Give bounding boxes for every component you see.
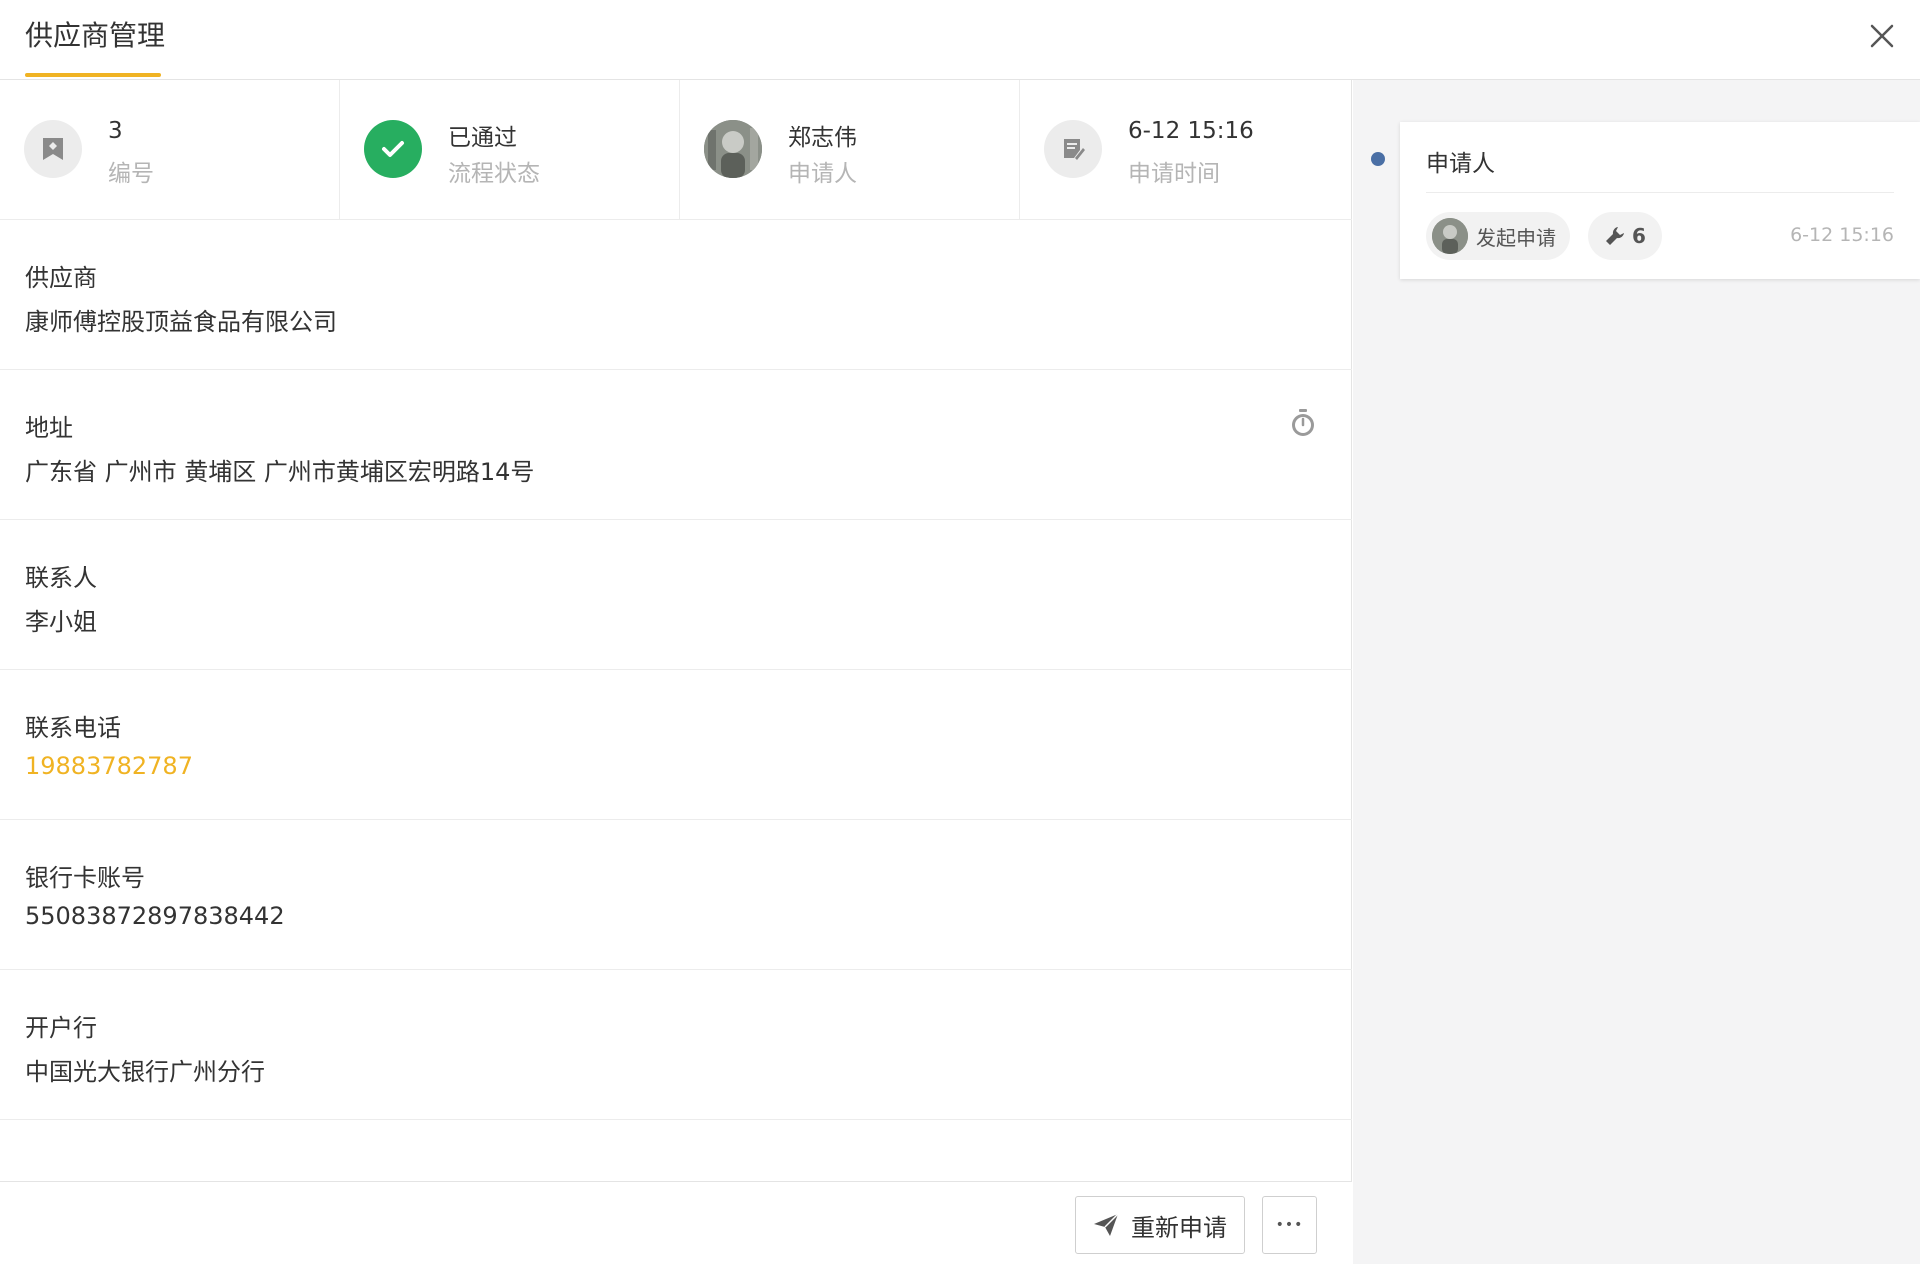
bank-name-value: 中国光大银行广州分行 (25, 1058, 265, 1086)
detail-panel: 3 编号 已通过 流程状态 郑志伟 申请人 6-12 15:16 申请时间 供应… (0, 80, 1352, 1264)
timeline-time: 6-12 15:16 (1790, 224, 1894, 246)
field-bank-account: 银行卡账号 55083872897838442 (0, 820, 1352, 970)
timeline-action-chip[interactable]: 发起申请 (1426, 212, 1570, 260)
more-button[interactable]: ••• (1262, 1196, 1317, 1254)
active-tab-indicator (25, 73, 161, 77)
timeline-tool-count: 6 (1632, 224, 1646, 248)
summary-status: 已通过 流程状态 (340, 80, 680, 220)
supplier-value: 康师傅控股顶益食品有限公司 (25, 308, 337, 336)
summary-applicant: 郑志伟 申请人 (680, 80, 1020, 220)
address-label: 地址 (25, 414, 73, 442)
record-number: 3 (108, 118, 123, 144)
document-edit-icon (1044, 120, 1102, 178)
apply-time-value: 6-12 15:16 (1128, 118, 1254, 144)
reapply-label: 重新申请 (1131, 1213, 1227, 1242)
status-label: 流程状态 (448, 161, 540, 187)
address-value: 广东省 广州市 黄埔区 广州市黄埔区宏明路14号 (25, 458, 535, 486)
bank-account-label: 银行卡账号 (25, 864, 145, 892)
bank-name-label: 开户行 (25, 1014, 97, 1042)
bank-account-value: 55083872897838442 (25, 902, 285, 930)
applicant-name: 郑志伟 (788, 125, 857, 151)
summary-number: 3 编号 (0, 80, 340, 220)
more-icon: ••• (1275, 1217, 1304, 1233)
avatar (704, 120, 762, 178)
timeline-divider (1426, 192, 1894, 193)
tag-icon (24, 120, 82, 178)
avatar (1432, 218, 1468, 254)
send-icon (1094, 1213, 1119, 1236)
timeline-panel: 申请人 发起申请 6 6-12 15:16 (1353, 80, 1920, 1264)
applicant-label: 申请人 (788, 161, 857, 187)
timeline-tool-chip[interactable]: 6 (1588, 212, 1662, 260)
status-value: 已通过 (448, 125, 517, 151)
record-number-label: 编号 (108, 161, 154, 187)
field-supplier: 供应商 康师傅控股顶益食品有限公司 (0, 220, 1352, 370)
summary-row: 3 编号 已通过 流程状态 郑志伟 申请人 6-12 15:16 申请时间 (0, 80, 1352, 220)
close-button[interactable] (1862, 16, 1902, 56)
timer-icon[interactable] (1290, 408, 1316, 438)
phone-label: 联系电话 (25, 714, 121, 742)
tab-supplier-management[interactable]: 供应商管理 (25, 14, 165, 54)
timeline-title: 申请人 (1426, 151, 1495, 177)
timeline-action-label: 发起申请 (1476, 225, 1556, 250)
reapply-button[interactable]: 重新申请 (1075, 1196, 1245, 1254)
check-icon (364, 120, 422, 178)
action-footer: 重新申请 ••• (0, 1181, 1352, 1264)
contact-value: 李小姐 (25, 608, 97, 636)
timeline-card: 申请人 发起申请 6 6-12 15:16 (1400, 122, 1920, 279)
supplier-label: 供应商 (25, 264, 97, 292)
field-phone: 联系电话 19883782787 (0, 670, 1352, 820)
wrench-icon (1606, 227, 1625, 245)
close-icon (1870, 24, 1894, 48)
timeline-dot (1371, 152, 1385, 166)
field-contact: 联系人 李小姐 (0, 520, 1352, 670)
contact-label: 联系人 (25, 564, 97, 592)
phone-link[interactable]: 19883782787 (25, 752, 193, 780)
field-address: 地址 广东省 广州市 黄埔区 广州市黄埔区宏明路14号 (0, 370, 1352, 520)
header: 供应商管理 (0, 0, 1920, 80)
summary-apply-time: 6-12 15:16 申请时间 (1020, 80, 1352, 220)
apply-time-label: 申请时间 (1128, 161, 1220, 187)
field-bank-name: 开户行 中国光大银行广州分行 (0, 970, 1352, 1120)
